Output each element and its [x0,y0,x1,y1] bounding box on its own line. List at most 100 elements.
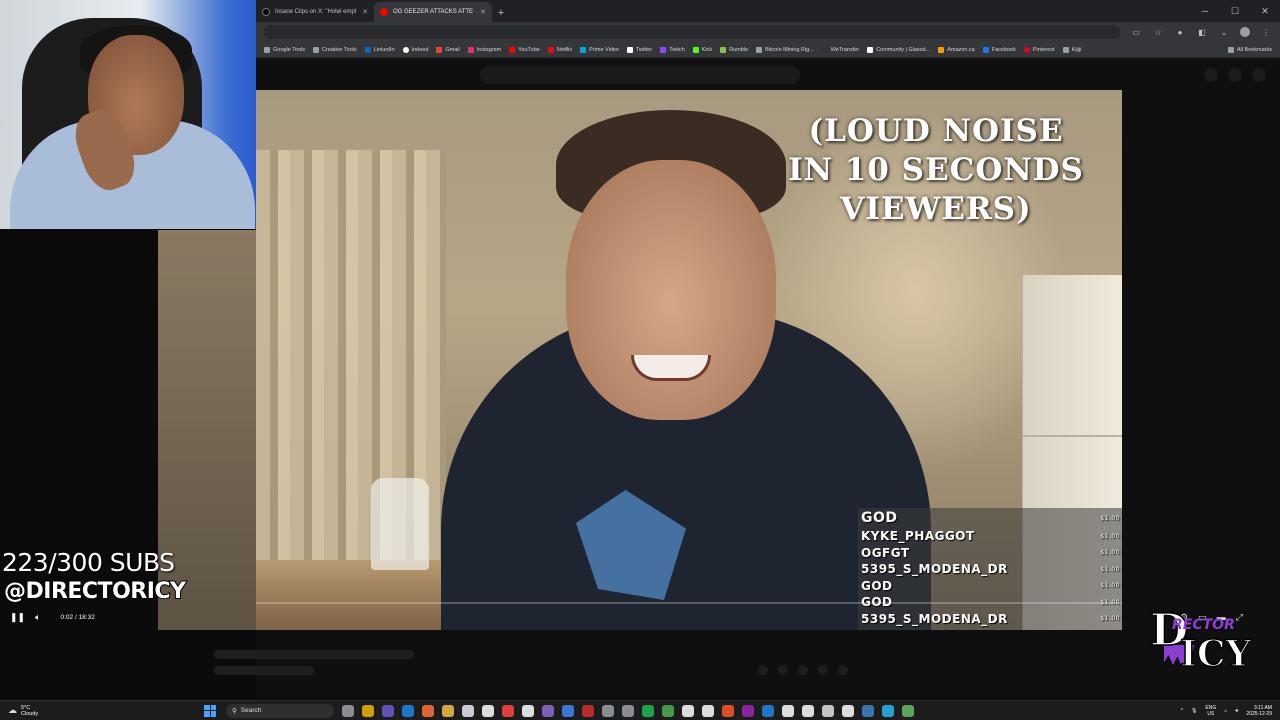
bookmark-pinterest[interactable]: Pinterest [1020,46,1059,53]
taskbar-app-icon[interactable] [822,704,834,717]
taskbar-app-icon[interactable] [462,704,474,717]
bookmark-rumble[interactable]: Rumble [716,46,752,53]
menu-kebab-icon[interactable]: ⋮ [1260,28,1272,37]
bookmark-indeed[interactable]: Indeed [399,46,433,53]
search-input[interactable] [480,66,800,84]
taskbar-app-icon[interactable] [582,704,594,717]
close-tab-icon[interactable]: ✕ [362,8,368,16]
taskbar-app-icon[interactable] [342,704,354,717]
bookmark-creative-tools[interactable]: Creative Tools [309,46,361,53]
time-display: 0:02 / 18:32 [60,613,95,621]
maximize-icon[interactable]: ☐ [1220,0,1250,22]
taskbar-app-icon[interactable] [382,704,394,717]
bookmark-netflix[interactable]: Netflix [544,46,576,53]
tray-chevron-icon[interactable]: ^ [1181,708,1183,714]
windows-start-icon[interactable] [204,704,216,717]
progress-bar[interactable] [256,602,1122,604]
taskbar-app-icon[interactable] [702,704,714,717]
netflix-icon [547,46,554,53]
close-tab-icon[interactable]: ✕ [480,8,486,16]
bookmark-facebook[interactable]: Facebook [979,46,1020,53]
video-overlay-caption: (LOUD NOISE IN 10 SECONDS VIEWERS) [788,113,1084,227]
taskbar-app-icon[interactable] [522,704,534,717]
all-bookmarks[interactable]: All Bookmarks [1224,46,1276,53]
volume-icon[interactable]: 🔈︎ [35,612,40,623]
taskbar-app-icon[interactable] [642,704,654,717]
video-player[interactable]: (LOUD NOISE IN 10 SECONDS VIEWERS) GOD $1… [256,90,1122,630]
header-button[interactable] [1228,68,1242,82]
bookmark-bitcoin-mining-rig[interactable]: Bitcoin Mining Rig... [752,46,818,53]
taskbar-app-icon[interactable] [542,704,554,717]
fridge-door-line [1022,435,1122,437]
taskbar-app-icon[interactable] [362,704,374,717]
taskbar-app-icon[interactable] [402,704,414,717]
extensions-puzzle-icon[interactable]: ◧ [1196,28,1208,37]
language-indicator[interactable]: ENG US [1205,705,1216,717]
weather-widget[interactable]: ☁ 5°C Cloudy [0,705,200,717]
taskbar-app-icon[interactable] [722,704,734,717]
close-window-icon[interactable]: ✕ [1250,0,1280,22]
taskbar-app-icon[interactable] [782,704,794,717]
tab-og-geezer[interactable]: OG GEEZER ATTACKS ATTE ✕ [374,2,492,22]
taskbar-app-icon[interactable] [862,704,874,717]
bookmark-star-icon[interactable]: ☆ [1152,28,1164,37]
rumble-icon [720,46,727,53]
placeholder-dot [778,665,788,675]
placeholder-dot [818,665,828,675]
pinterest-icon [1023,46,1030,53]
taskbar-app-icon[interactable] [502,704,514,717]
wetransfer-icon [821,46,828,53]
taskbar-app-icon[interactable] [902,704,914,717]
taskbar-app-icon[interactable] [742,704,754,717]
webcam-overlay [0,0,256,229]
address-bar[interactable] [264,25,1120,39]
bookmark-kick[interactable]: Kick [689,46,716,53]
bookmark-wetransfer[interactable]: WeTransfer [818,46,863,53]
pause-icon[interactable]: ❚❚ [10,612,25,623]
new-tab-button[interactable]: + [492,4,510,22]
bookmark-instagram[interactable]: Instagram [464,46,505,53]
taskbar-app-icon[interactable] [682,704,694,717]
bookmark-youtube[interactable]: YouTube [505,46,544,53]
clock[interactable]: 3:11 AM 2025-12-29 [1246,705,1272,717]
cast-icon[interactable]: ▭ [1130,28,1142,37]
taskbar-app-icon[interactable] [882,704,894,717]
bookmark-amazon[interactable]: Amazon.ca [934,46,979,53]
placeholder-dot [758,665,768,675]
bookmark-gmail[interactable]: Gmail [432,46,463,53]
taskbar-app-icon[interactable] [422,704,434,717]
extension-icon[interactable]: ● [1174,28,1186,37]
profile-avatar[interactable] [1240,27,1250,37]
bookmark-prime-video[interactable]: Prime Video [576,46,623,53]
taskbar-app-icon[interactable] [842,704,854,717]
bookmark-glassdoor[interactable]: Community | Glassd... [863,46,934,53]
header-button[interactable] [1204,68,1218,82]
tab-search-icon[interactable]: ⌄ [1218,28,1230,37]
donation-row: OGFGT $1.00 [861,545,1120,560]
bookmark-twitter[interactable]: Twitter [623,46,656,53]
taskbar-app-icon[interactable] [762,704,774,717]
title-placeholder [214,650,414,659]
network-icon[interactable]: ⌂ [1224,708,1227,714]
bookmark-google-tools[interactable]: Google Tools [260,46,309,53]
minimize-icon[interactable]: ─ [1190,0,1220,22]
header-button[interactable] [1252,68,1266,82]
taskbar-app-icon[interactable] [482,704,494,717]
instagram-icon [467,46,474,53]
taskbar-app-icon[interactable] [802,704,814,717]
windows-taskbar: ☁ 5°C Cloudy ⚲ Search ^ 🎙︎ ENG US ⌂ 🔊︎ 3… [0,700,1280,720]
taskbar-app-icon[interactable] [442,704,454,717]
bookmark-kijiji[interactable]: Kijiji [1059,46,1086,53]
microphone-icon[interactable]: 🎙︎ [1191,708,1197,714]
taskbar-search[interactable]: ⚲ Search [226,703,334,718]
donation-row: 5395_S_MODENA_DR $1.00 [861,611,1120,626]
speaker-icon[interactable]: 🔊︎ [1235,708,1238,714]
taskbar-app-icon[interactable] [662,704,674,717]
tab-insane-clips[interactable]: Insane Clips on X: "Hotel empl ✕ [256,2,374,22]
taskbar-app-icon[interactable] [622,704,634,717]
taskbar-app-icon[interactable] [562,704,574,717]
bookmark-twitch[interactable]: Twitch [656,46,689,53]
taskbar-app-icon[interactable] [602,704,614,717]
bookmark-linkedin[interactable]: LinkedIn [361,46,399,53]
amazon-icon [938,46,945,53]
